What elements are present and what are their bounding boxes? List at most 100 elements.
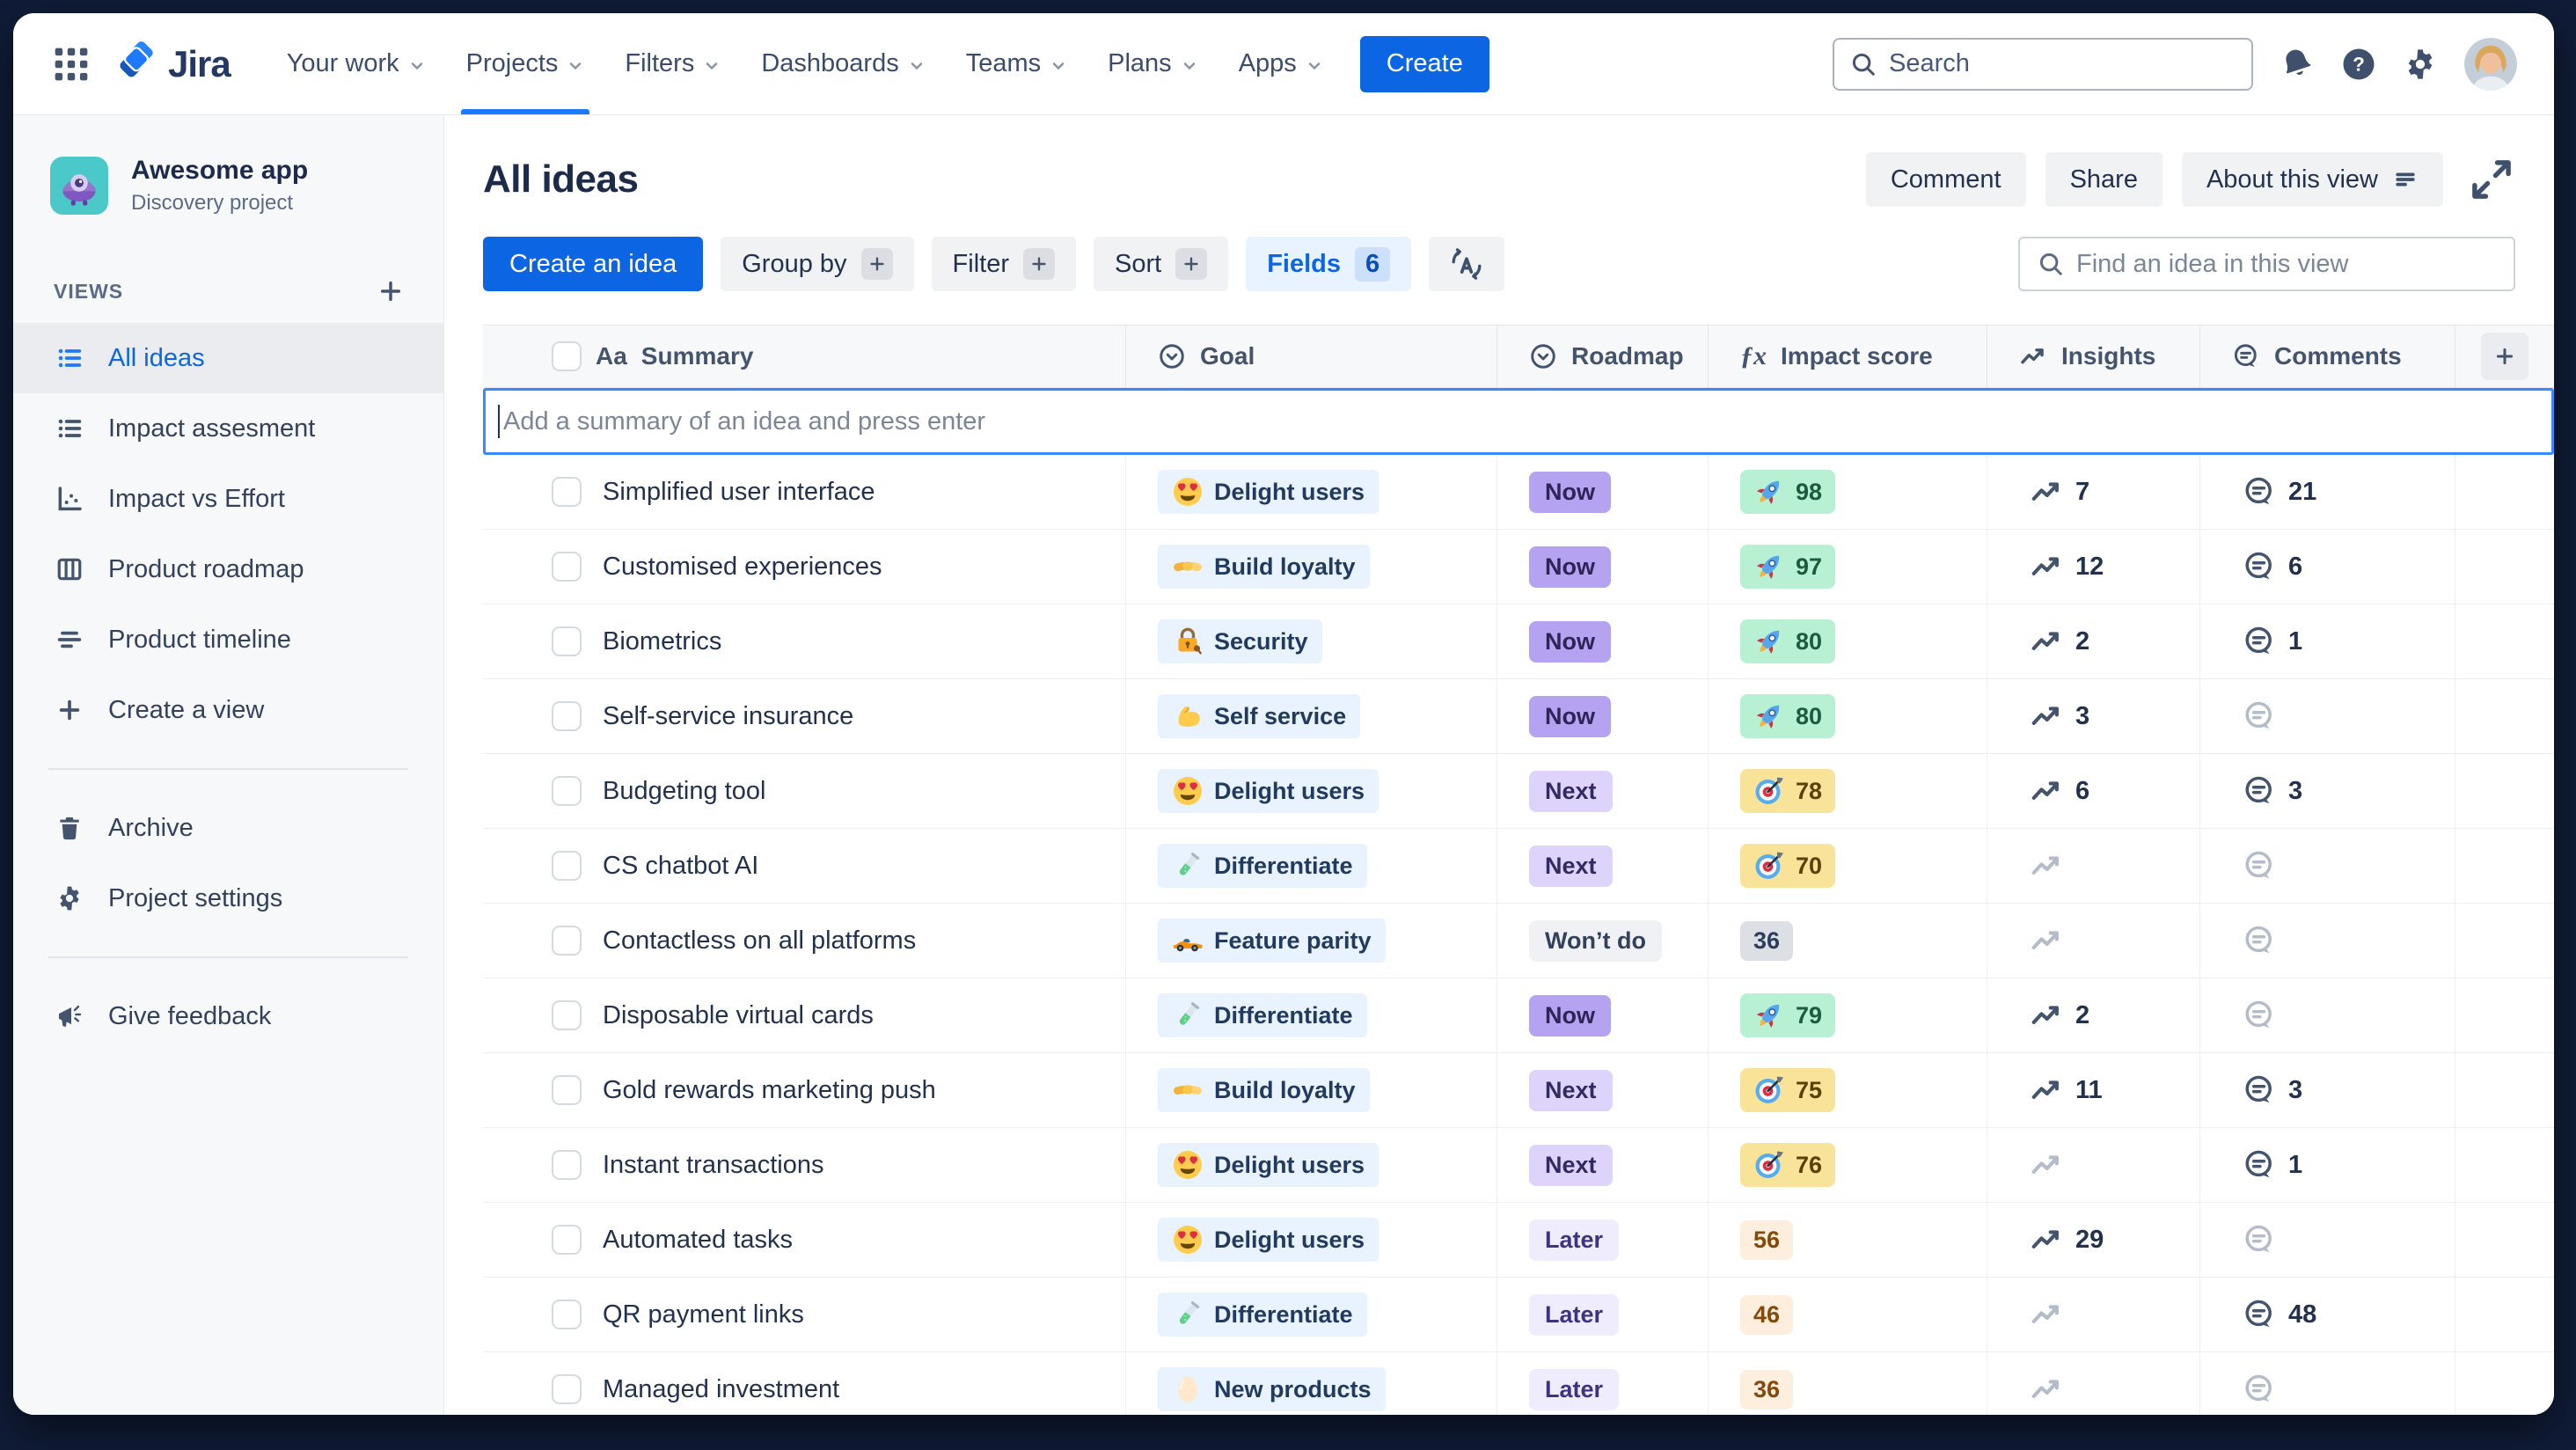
sidebar-view-product-roadmap[interactable]: Product roadmap xyxy=(13,534,443,604)
fields-button[interactable]: Fields 6 xyxy=(1246,237,1412,291)
egg-emoji xyxy=(1172,1373,1204,1405)
select-all-checkbox[interactable] xyxy=(552,341,582,371)
column-header-roadmap[interactable]: Roadmap xyxy=(1497,325,1709,388)
create-an-idea-button[interactable]: Create an idea xyxy=(483,237,704,291)
impact-score-chip: 36 xyxy=(1740,1369,1794,1410)
filter-button[interactable]: Filter xyxy=(931,237,1076,291)
empty-cell xyxy=(2455,679,2554,753)
impact-score-chip: 46 xyxy=(1740,1294,1794,1335)
list-view-icon xyxy=(55,414,84,443)
row-checkbox[interactable] xyxy=(552,1300,582,1329)
nav-projects[interactable]: Projects xyxy=(452,13,599,114)
nav-apps[interactable]: Apps xyxy=(1225,13,1337,114)
sidebar-give-feedback[interactable]: Give feedback xyxy=(13,981,443,1051)
table-row: Gold rewards marketing push Build loyalt… xyxy=(483,1053,2554,1128)
share-button[interactable]: Share xyxy=(2045,152,2163,207)
idea-summary[interactable]: Customised experiences xyxy=(603,553,882,582)
notifications-icon[interactable] xyxy=(2280,47,2315,82)
nav-dashboards[interactable]: Dashboards xyxy=(747,13,939,114)
idea-summary[interactable]: Simplified user interface xyxy=(603,478,875,507)
sidebar-project-settings[interactable]: Project settings xyxy=(13,863,443,934)
view-actions: Comment Share About this view xyxy=(1865,152,2515,207)
idea-summary[interactable]: Budgeting tool xyxy=(603,777,765,806)
sidebar-view-all-ideas[interactable]: All ideas xyxy=(13,323,443,393)
project-header[interactable]: Awesome app Discovery project xyxy=(13,115,443,216)
expand-view-icon[interactable] xyxy=(2468,156,2515,203)
impact-score-chip: 36 xyxy=(1740,920,1794,961)
dart-emoji xyxy=(1753,1149,1785,1181)
group-by-button[interactable]: Group by xyxy=(721,237,914,291)
row-checkbox[interactable] xyxy=(552,1374,582,1404)
sidebar-create-a-view[interactable]: Create a view xyxy=(13,675,443,745)
chevron-down-icon xyxy=(1052,62,1065,70)
app-switcher-icon[interactable] xyxy=(52,45,91,84)
nav-filters[interactable]: Filters xyxy=(611,13,735,114)
sort-button[interactable]: Sort xyxy=(1094,237,1229,291)
settings-gear-icon[interactable] xyxy=(2403,47,2438,82)
row-checkbox[interactable] xyxy=(552,1075,582,1105)
add-idea-input[interactable]: Add a summary of an idea and press enter xyxy=(483,388,2554,455)
idea-summary[interactable]: QR payment links xyxy=(603,1300,804,1329)
plus-icon xyxy=(55,696,84,724)
add-view-icon[interactable] xyxy=(377,277,405,305)
help-icon[interactable]: ? xyxy=(2341,47,2376,82)
impact-score-chip: 80 xyxy=(1740,619,1836,663)
row-checkbox[interactable] xyxy=(552,701,582,731)
goal-chip: Delight users xyxy=(1158,1218,1379,1262)
row-checkbox[interactable] xyxy=(552,1000,582,1030)
idea-summary[interactable]: Contactless on all platforms xyxy=(603,926,916,956)
idea-summary[interactable]: Instant transactions xyxy=(603,1151,823,1180)
sidebar-view-impact-vs-effort[interactable]: Impact vs Effort xyxy=(13,464,443,534)
find-idea-search[interactable] xyxy=(2018,237,2515,291)
comments-count: 1 xyxy=(2288,1150,2303,1179)
board-icon xyxy=(55,555,84,583)
scatter-chart-icon xyxy=(55,485,84,513)
idea-summary[interactable]: Self-service insurance xyxy=(603,702,853,731)
comments-icon xyxy=(2243,1148,2276,1182)
empty-cell xyxy=(2455,1053,2554,1127)
idea-summary[interactable]: CS chatbot AI xyxy=(603,852,758,881)
sidebar-view-product-timeline[interactable]: Product timeline xyxy=(13,604,443,675)
column-header-comments[interactable]: Comments xyxy=(2200,325,2455,388)
table-row: Disposable virtual cards Differentiate N… xyxy=(483,978,2554,1053)
column-header-impact-score[interactable]: ƒx Impact score xyxy=(1709,325,1987,388)
column-header-goal[interactable]: Goal xyxy=(1126,325,1497,388)
nav-your-work[interactable]: Your work xyxy=(273,13,440,114)
jira-logo[interactable]: Jira xyxy=(113,40,231,87)
global-search[interactable] xyxy=(1833,37,2253,91)
user-avatar[interactable] xyxy=(2464,37,2517,91)
sidebar-view-impact-assesment[interactable]: Impact assesment xyxy=(13,393,443,464)
row-checkbox[interactable] xyxy=(552,926,582,956)
row-checkbox[interactable] xyxy=(552,552,582,582)
chevron-down-icon xyxy=(911,62,922,70)
idea-summary[interactable]: Disposable virtual cards xyxy=(603,1001,874,1030)
roadmap-chip: Now xyxy=(1529,994,1611,1036)
row-checkbox[interactable] xyxy=(552,776,582,806)
nav-teams[interactable]: Teams xyxy=(952,13,1081,114)
row-checkbox[interactable] xyxy=(552,626,582,656)
column-header-insights[interactable]: Insights xyxy=(1987,325,2200,388)
idea-summary[interactable]: Gold rewards marketing push xyxy=(603,1076,936,1105)
create-button[interactable]: Create xyxy=(1359,35,1489,92)
idea-summary[interactable]: Managed investment xyxy=(603,1375,839,1404)
idea-summary[interactable]: Automated tasks xyxy=(603,1226,793,1255)
translate-button[interactable] xyxy=(1429,237,1505,291)
jira-logo-icon xyxy=(120,40,153,77)
find-idea-input[interactable] xyxy=(2076,249,2496,279)
sidebar-archive[interactable]: Archive xyxy=(13,793,443,863)
empty-cell xyxy=(2455,904,2554,978)
jira-logo-text: Jira xyxy=(168,42,231,84)
column-header-summary[interactable]: Aa Summary xyxy=(483,325,1126,388)
about-this-view-button[interactable]: About this view xyxy=(2181,152,2443,207)
row-checkbox[interactable] xyxy=(552,477,582,507)
idea-summary[interactable]: Biometrics xyxy=(603,627,721,656)
row-checkbox[interactable] xyxy=(552,1225,582,1255)
global-search-input[interactable] xyxy=(1889,49,2236,78)
nav-plans[interactable]: Plans xyxy=(1094,13,1212,114)
row-checkbox[interactable] xyxy=(552,851,582,881)
row-checkbox[interactable] xyxy=(552,1150,582,1180)
test-tube-emoji xyxy=(1172,1299,1204,1330)
insights-icon xyxy=(2030,625,2063,658)
comment-button[interactable]: Comment xyxy=(1865,152,2026,207)
add-column-button[interactable] xyxy=(2481,333,2528,380)
